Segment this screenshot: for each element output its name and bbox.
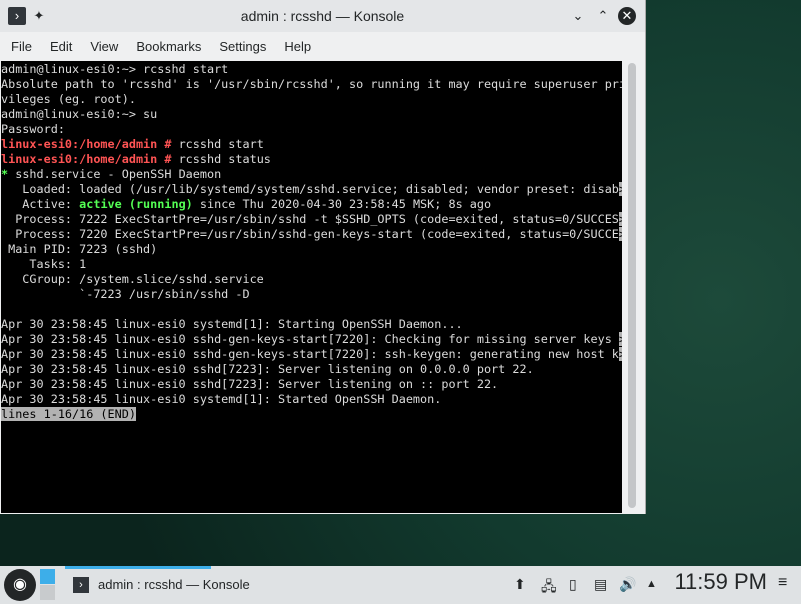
- network-icon[interactable]: 🖧: [541, 576, 557, 600]
- terminal-text: >: [618, 347, 622, 361]
- menu-view[interactable]: View: [81, 39, 127, 54]
- scrollbar-handle[interactable]: [628, 63, 636, 508]
- terminal-line: Apr 30 23:58:45 linux-esi0 systemd[1]: S…: [1, 392, 622, 407]
- terminal-text: linux-esi0:/home/admin #: [1, 137, 172, 151]
- terminal-line: Process: 7220 ExecStartPre=/usr/sbin/ssh…: [1, 227, 622, 242]
- pager-desktop-2[interactable]: [40, 585, 55, 600]
- terminal-text: >: [618, 212, 622, 226]
- terminal-line: Active: active (running) since Thu 2020-…: [1, 197, 622, 212]
- minimize-button[interactable]: ⌄: [569, 7, 587, 25]
- usb-device-icon[interactable]: ▯: [569, 576, 577, 593]
- terminal-line: `-7223 /usr/sbin/sshd -D: [1, 287, 622, 302]
- terminal-text: >: [618, 332, 622, 346]
- terminal-line: vileges (eg. root).: [1, 92, 622, 107]
- terminal-text: Apr 30 23:58:45 linux-esi0 systemd[1]: S…: [1, 317, 463, 331]
- terminal-line: Process: 7222 ExecStartPre=/usr/sbin/ssh…: [1, 212, 622, 227]
- terminal-line: Password:: [1, 122, 622, 137]
- menu-bar: File Edit View Bookmarks Settings Help: [0, 32, 645, 60]
- clipboard-icon[interactable]: ▤: [594, 576, 607, 593]
- pager-desktop-1[interactable]: [40, 569, 55, 584]
- app-launcher-icon[interactable]: ◉: [4, 569, 36, 601]
- terminal-line: Tasks: 1: [1, 257, 622, 272]
- task-konsole[interactable]: › admin : rcsshd — Konsole: [65, 570, 325, 600]
- terminal-text: CGroup: /system.slice/sshd.service: [1, 272, 264, 286]
- menu-file[interactable]: File: [2, 39, 41, 54]
- terminal-text: Process: 7220 ExecStartPre=/usr/sbin/ssh…: [1, 227, 619, 241]
- task-label: admin : rcsshd — Konsole: [98, 577, 250, 592]
- konsole-task-icon: ›: [73, 577, 89, 593]
- terminal-text: Loaded: loaded (/usr/lib/systemd/system/…: [1, 182, 619, 196]
- maximize-button[interactable]: ⌃: [594, 7, 612, 25]
- terminal-text: Process: 7222 ExecStartPre=/usr/sbin/ssh…: [1, 212, 619, 226]
- terminal-text: `-7223 /usr/sbin/sshd -D: [1, 287, 250, 301]
- terminal-line: CGroup: /system.slice/sshd.service: [1, 272, 622, 287]
- terminal-line: * sshd.service - OpenSSH Daemon: [1, 167, 622, 182]
- terminal-text: since Thu 2020-04-30 23:58:45 MSK; 8s ag…: [192, 197, 492, 211]
- menu-edit[interactable]: Edit: [41, 39, 81, 54]
- terminal-text: Password:: [1, 122, 65, 136]
- terminal-text: Apr 30 23:58:45 linux-esi0 sshd-gen-keys…: [1, 332, 619, 346]
- terminal-line: admin@linux-esi0:~> rcsshd start: [1, 62, 622, 77]
- terminal-text: lines 1-16/16 (END): [1, 407, 136, 421]
- terminal-text: Apr 30 23:58:45 linux-esi0 systemd[1]: S…: [1, 392, 442, 406]
- scrollbar[interactable]: [623, 61, 644, 512]
- terminal-line: Apr 30 23:58:45 linux-esi0 sshd-gen-keys…: [1, 347, 622, 362]
- active-task-indicator: [65, 566, 211, 569]
- updates-icon[interactable]: ⬆: [514, 576, 526, 593]
- tray-expand-icon[interactable]: ▲: [646, 578, 657, 590]
- terminal-text: linux-esi0:/home/admin #: [1, 152, 172, 166]
- terminal-text: Active:: [1, 197, 80, 211]
- menu-settings[interactable]: Settings: [210, 39, 275, 54]
- clock[interactable]: 11:59 PM: [674, 569, 767, 595]
- terminal-text: admin@linux-esi0:~> su: [1, 107, 158, 121]
- terminal-line: Apr 30 23:58:45 linux-esi0 sshd-gen-keys…: [1, 332, 622, 347]
- terminal-text: Tasks: 1: [1, 257, 87, 271]
- terminal-line: Absolute path to 'rcsshd' is '/usr/sbin/…: [1, 77, 622, 92]
- terminal-text: Absolute path to 'rcsshd' is '/usr/sbin/…: [1, 77, 622, 91]
- terminal-text: >: [618, 182, 622, 196]
- terminal-line: Apr 30 23:58:45 linux-esi0 systemd[1]: S…: [1, 317, 622, 332]
- terminal-text: Apr 30 23:58:45 linux-esi0 sshd-gen-keys…: [1, 347, 619, 361]
- terminal-text: Apr 30 23:58:45 linux-esi0 sshd[7223]: S…: [1, 377, 499, 391]
- terminal-text: >: [618, 227, 622, 241]
- menu-bookmarks[interactable]: Bookmarks: [127, 39, 210, 54]
- terminal-text: active (running): [79, 197, 193, 211]
- panel-menu-icon[interactable]: ≡: [778, 574, 787, 592]
- terminal-line: linux-esi0:/home/admin # rcsshd start: [1, 137, 622, 152]
- terminal-line: Apr 30 23:58:45 linux-esi0 sshd[7223]: S…: [1, 377, 622, 392]
- volume-icon[interactable]: 🔊: [619, 576, 636, 593]
- window-title: admin : rcsshd — Konsole: [240, 8, 405, 24]
- terminal-output[interactable]: admin@linux-esi0:~> rcsshd start Absolute…: [1, 61, 622, 513]
- title-bar[interactable]: › ✦ admin : rcsshd — Konsole ⌄ ⌃ ✕: [0, 0, 645, 32]
- terminal-line: Main PID: 7223 (sshd): [1, 242, 622, 257]
- terminal-text: Main PID: 7223 (sshd): [1, 242, 158, 256]
- terminal-line: Loaded: loaded (/usr/lib/systemd/system/…: [1, 182, 622, 197]
- terminal-line: lines 1-16/16 (END): [1, 407, 622, 422]
- terminal-line: linux-esi0:/home/admin # rcsshd status: [1, 152, 622, 167]
- terminal-text: admin@linux-esi0:~> rcsshd start: [1, 62, 229, 76]
- terminal-text: vileges (eg. root).: [1, 92, 136, 106]
- taskbar: ◉ › admin : rcsshd — Konsole ⬆ 🖧 ▯ ▤ 🔊 ▲…: [0, 566, 801, 604]
- terminal-line: Apr 30 23:58:45 linux-esi0 sshd[7223]: S…: [1, 362, 622, 377]
- terminal-text: Apr 30 23:58:45 linux-esi0 sshd[7223]: S…: [1, 362, 534, 376]
- close-button[interactable]: ✕: [618, 7, 636, 25]
- terminal-text: rcsshd status: [171, 152, 271, 166]
- menu-help[interactable]: Help: [275, 39, 320, 54]
- terminal-text: rcsshd start: [171, 137, 264, 151]
- terminal-text: sshd.service - OpenSSH Daemon: [8, 167, 222, 181]
- terminal-line: admin@linux-esi0:~> su: [1, 107, 622, 122]
